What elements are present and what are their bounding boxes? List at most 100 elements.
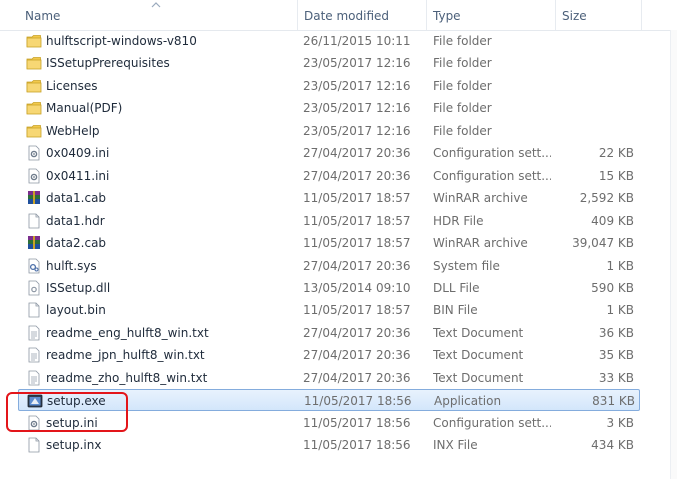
file-size: 1 KB <box>606 303 634 318</box>
file-type: File folder <box>433 34 492 48</box>
file-name: hulftscript-windows-v810 <box>46 34 197 48</box>
column-header-bar: Name Date modified Type Size <box>0 0 677 31</box>
file-name: data1.cab <box>46 191 107 206</box>
file-type: Text Document <box>433 325 524 340</box>
file-type: File folder <box>433 56 492 71</box>
file-row[interactable]: readme_zho_hulft8_win.txt 27/04/2017 20:3… <box>18 367 640 389</box>
file-row[interactable]: data1.cab 11/05/2017 18:57 WinRAR archive 2… <box>18 187 640 209</box>
file-row[interactable]: setup.inx 11/05/2017 18:56 INX File 434 KB <box>18 434 640 456</box>
file-name: WebHelp <box>46 123 100 138</box>
file-row[interactable]: setup.ini 11/05/2017 18:56 Configuration s… <box>18 412 640 434</box>
column-divider[interactable] <box>426 0 427 30</box>
text-file-icon <box>26 347 42 363</box>
file-name: setup.inx <box>46 438 102 453</box>
text-file-icon <box>26 370 42 386</box>
file-name: 0x0411.ini <box>46 168 110 183</box>
file-name: layout.bin <box>46 303 106 318</box>
file-type: WinRAR archive <box>433 191 528 206</box>
column-header-date[interactable]: Date modified <box>304 0 424 30</box>
file-name: ISSetupPrerequisites <box>46 56 170 71</box>
file-size: 590 KB <box>591 280 634 295</box>
file-name: data1.hdr <box>46 213 105 228</box>
file-date-modified: 11/05/2017 18:57 <box>303 236 411 251</box>
file-size: 434 KB <box>591 438 634 453</box>
file-row[interactable]: layout.bin 11/05/2017 18:57 BIN File 1 KB <box>18 299 640 321</box>
file-type: HDR File <box>433 213 484 228</box>
file-date-modified: 11/05/2017 18:57 <box>303 303 411 318</box>
file-row[interactable]: ISSetup.dll 13/05/2014 09:10 DLL File 590 K… <box>18 277 640 299</box>
file-date-modified: 27/04/2017 20:36 <box>303 146 411 161</box>
file-size: 15 KB <box>598 168 634 183</box>
file-type: INX File <box>433 438 478 453</box>
file-row-selected[interactable]: setup.exe 11/05/2017 18:56 Application 831 … <box>18 389 640 412</box>
file-row[interactable]: Manual(PDF) 23/05/2017 12:16 File folder <box>18 97 640 119</box>
folder-icon <box>26 33 42 49</box>
column-divider[interactable] <box>297 0 298 30</box>
file-row[interactable]: Licenses 23/05/2017 12:16 File folder <box>18 75 640 97</box>
file-date-modified: 27/04/2017 20:36 <box>303 258 411 273</box>
file-row[interactable]: 0x0411.ini 27/04/2017 20:36 Configuration … <box>18 165 640 187</box>
folder-icon <box>26 100 42 116</box>
file-size: 35 KB <box>598 348 634 363</box>
file-row[interactable]: readme_eng_hulft8_win.txt 27/04/2017 20:3… <box>18 322 640 344</box>
column-header-name[interactable]: Name <box>25 0 295 30</box>
file-row[interactable]: ISSetupPrerequisites 23/05/2017 12:16 File… <box>18 52 640 74</box>
file-date-modified: 11/05/2017 18:56 <box>303 415 411 430</box>
file-type: File folder <box>433 78 492 93</box>
file-size <box>538 30 634 52</box>
file-row[interactable]: 0x0409.ini 27/04/2017 20:36 Configuration … <box>18 142 640 164</box>
blank-file-icon <box>26 302 42 318</box>
file-size: 22 KB <box>598 146 634 161</box>
file-type: DLL File <box>433 280 480 295</box>
column-header-type[interactable]: Type <box>433 0 553 30</box>
file-date-modified: 23/05/2017 12:16 <box>303 123 411 138</box>
column-divider[interactable] <box>555 0 556 30</box>
file-row[interactable]: hulft.sys 27/04/2017 20:36 System file 1 KB <box>18 255 640 277</box>
file-name: Licenses <box>46 78 98 93</box>
text-file-icon <box>26 325 42 341</box>
file-date-modified: 11/05/2017 18:57 <box>303 213 411 228</box>
file-size <box>538 75 634 97</box>
file-name: data2.cab <box>46 236 107 251</box>
folder-icon <box>26 78 42 94</box>
file-type: Configuration sett... <box>433 415 551 430</box>
file-row[interactable]: hulftscript-windows-v810 26/11/2015 10:11… <box>18 30 640 52</box>
file-size: 409 KB <box>591 213 634 228</box>
file-type: Application <box>434 394 502 409</box>
file-date-modified: 13/05/2014 09:10 <box>303 280 411 295</box>
config-file-icon <box>26 145 42 161</box>
vertical-scrollbar[interactable] <box>670 30 677 479</box>
file-name: hulft.sys <box>46 258 97 273</box>
folder-icon <box>26 55 42 71</box>
file-date-modified: 27/04/2017 20:36 <box>303 348 411 363</box>
file-type: System file <box>433 258 500 273</box>
file-date-modified: 23/05/2017 12:16 <box>303 56 411 71</box>
file-size <box>538 52 634 74</box>
file-size: 33 KB <box>598 370 634 385</box>
file-date-modified: 27/04/2017 20:36 <box>303 168 411 183</box>
file-name: readme_eng_hulft8_win.txt <box>46 325 209 340</box>
file-row[interactable]: WebHelp 23/05/2017 12:16 File folder <box>18 120 640 142</box>
file-name: readme_jpn_hulft8_win.txt <box>46 348 205 363</box>
file-name: 0x0409.ini <box>46 146 110 161</box>
column-divider[interactable] <box>641 0 642 30</box>
file-row[interactable]: readme_jpn_hulft8_win.txt 27/04/2017 20:3… <box>18 344 640 366</box>
file-date-modified: 26/11/2015 10:11 <box>303 34 411 48</box>
file-date-modified: 23/05/2017 12:16 <box>303 101 411 116</box>
file-size: 36 KB <box>598 325 634 340</box>
file-type: File folder <box>433 101 492 116</box>
file-date-modified: 11/05/2017 18:56 <box>303 438 411 453</box>
file-row[interactable]: data2.cab 11/05/2017 18:57 WinRAR archive 3… <box>18 232 640 254</box>
file-type: Configuration sett... <box>433 146 551 161</box>
file-type: Text Document <box>433 348 524 363</box>
column-header-size[interactable]: Size <box>562 0 652 30</box>
file-size: 39,047 KB <box>572 236 634 251</box>
config-file-icon <box>26 415 42 431</box>
blank-file-icon <box>26 437 42 453</box>
file-type: WinRAR archive <box>433 236 528 251</box>
winrar-archive-icon <box>26 235 42 251</box>
file-date-modified: 11/05/2017 18:56 <box>304 394 412 409</box>
file-size: 831 KB <box>592 394 635 409</box>
file-row[interactable]: data1.hdr 11/05/2017 18:57 HDR File 409 KB <box>18 210 640 232</box>
file-type: BIN File <box>433 303 478 318</box>
